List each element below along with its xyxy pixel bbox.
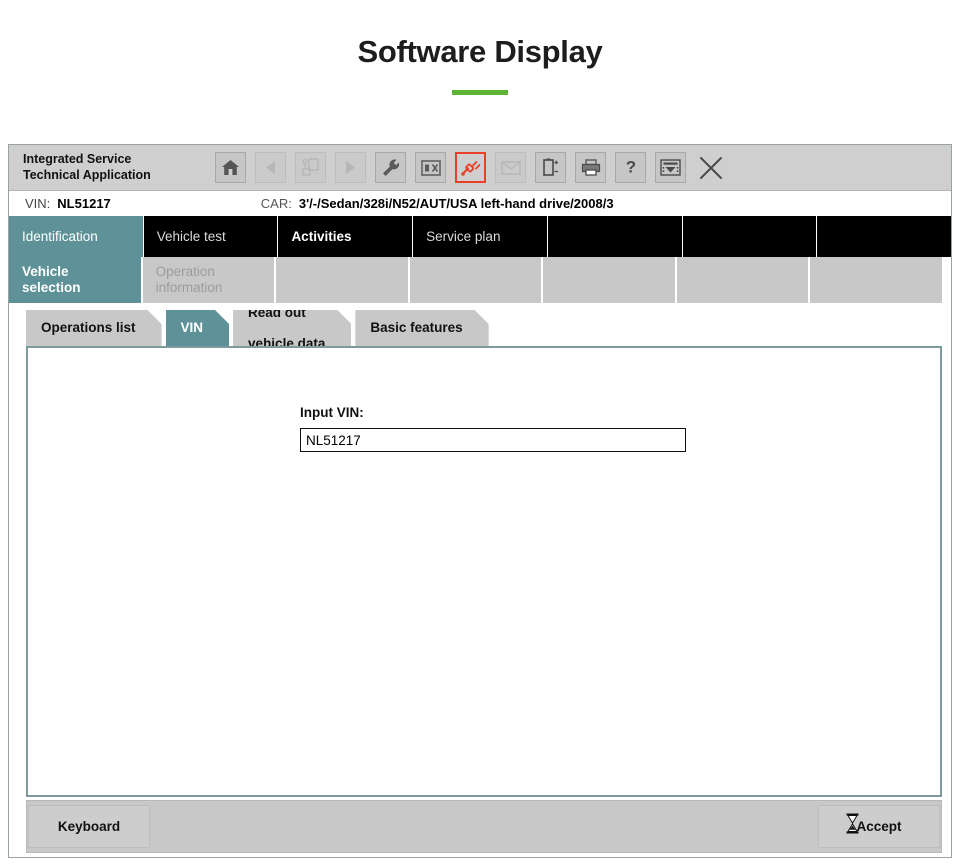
application-window: Integrated Service Technical Application: [8, 144, 952, 858]
nav2-item-label-line2: information: [156, 280, 223, 295]
close-x-icon[interactable]: [695, 152, 726, 183]
nav2-item-label-line1: Operation: [156, 264, 215, 279]
vin-value: NL51217: [57, 196, 110, 211]
nav1-item-empty-5[interactable]: [548, 216, 683, 257]
id-card-icon[interactable]: [415, 152, 446, 183]
nav1-item-identification[interactable]: Identification: [9, 216, 144, 257]
vin-label: VIN:: [9, 196, 50, 211]
nav1-item-label: Activities: [291, 229, 351, 244]
nav1-item-label: Identification: [22, 229, 98, 244]
nav2-item-empty-5[interactable]: [543, 257, 677, 303]
vin-input-label: Input VIN:: [300, 405, 686, 420]
tab-operations-list[interactable]: Operations list: [26, 310, 162, 346]
nav2-item-vehicle-selection[interactable]: Vehicle selection: [9, 257, 143, 303]
hourglass-cursor-icon: [845, 813, 860, 834]
nav1-item-activities[interactable]: Activities: [278, 216, 413, 257]
nav1-item-label: Service plan: [426, 229, 500, 244]
tab-label: Operations list: [41, 320, 136, 336]
application-title-line2: Technical Application: [23, 168, 215, 184]
tab-label: VIN: [181, 320, 204, 336]
wrench-icon[interactable]: [375, 152, 406, 183]
application-title-line1: Integrated Service: [23, 152, 215, 168]
nav1-item-label: Vehicle test: [157, 229, 226, 244]
application-title: Integrated Service Technical Application: [9, 152, 215, 183]
home-icon[interactable]: [215, 152, 246, 183]
accept-button[interactable]: Accept: [818, 805, 940, 848]
documents-icon[interactable]: [295, 152, 326, 183]
content-panel: Input VIN:: [26, 346, 942, 797]
nav1-item-service-plan[interactable]: Service plan: [413, 216, 548, 257]
nav2-item-label-line2: selection: [22, 280, 81, 295]
nav2-item-empty-6[interactable]: [677, 257, 811, 303]
tab-label: Basic features: [370, 320, 462, 336]
page-title: Software Display: [0, 36, 960, 67]
vin-input-form: Input VIN:: [300, 405, 686, 452]
nav2-item-empty-3[interactable]: [276, 257, 410, 303]
toolbar-icon-group: ?: [215, 152, 951, 183]
nav1-item-empty-6[interactable]: [683, 216, 818, 257]
nav2-item-label-line1: Vehicle: [22, 264, 69, 279]
vehicle-info-strip: VIN: NL51217 CAR: 3'/-/Sedan/328i/N52/AU…: [9, 191, 951, 216]
back-arrow-icon[interactable]: [255, 152, 286, 183]
car-label: CAR:: [261, 196, 292, 211]
tab-read-out-vehicle-data[interactable]: Read out vehicle data: [233, 310, 351, 346]
toolbar: Integrated Service Technical Application: [9, 145, 951, 191]
nav2-item-operation-information[interactable]: Operation information: [143, 257, 277, 303]
nav1-item-vehicle-test[interactable]: Vehicle test: [144, 216, 279, 257]
tab-label-line1: Read out: [248, 305, 325, 321]
title-accent-bar: [452, 90, 508, 95]
connector-plug-icon[interactable]: [455, 152, 486, 183]
nav2-item-empty-7[interactable]: [810, 257, 942, 303]
keyboard-button[interactable]: Keyboard: [28, 805, 150, 848]
tab-vin[interactable]: VIN: [166, 310, 230, 346]
nav-level2: Vehicle selection Operation information: [9, 257, 951, 303]
list-filter-icon[interactable]: [655, 152, 686, 183]
page-title-block: Software Display: [0, 0, 960, 95]
car-value: 3'/-/Sedan/328i/N52/AUT/USA left-hand dr…: [299, 196, 614, 211]
printer-icon[interactable]: [575, 152, 606, 183]
nav2-item-empty-4[interactable]: [410, 257, 544, 303]
forward-arrow-icon[interactable]: [335, 152, 366, 183]
tab-strip: Operations list VIN Read out vehicle dat…: [9, 303, 951, 346]
svg-text:?: ?: [625, 158, 635, 177]
vin-input-field[interactable]: [300, 428, 686, 452]
tab-basic-features[interactable]: Basic features: [355, 310, 488, 346]
button-bar: Keyboard Accept: [26, 800, 942, 853]
keyboard-button-label: Keyboard: [58, 819, 120, 834]
nav1-item-empty-7[interactable]: [817, 216, 951, 257]
nav-level1: Identification Vehicle test Activities S…: [9, 216, 951, 257]
battery-icon[interactable]: [535, 152, 566, 183]
envelope-icon[interactable]: [495, 152, 526, 183]
accept-button-label: Accept: [856, 819, 901, 834]
question-mark-icon[interactable]: ?: [615, 152, 646, 183]
